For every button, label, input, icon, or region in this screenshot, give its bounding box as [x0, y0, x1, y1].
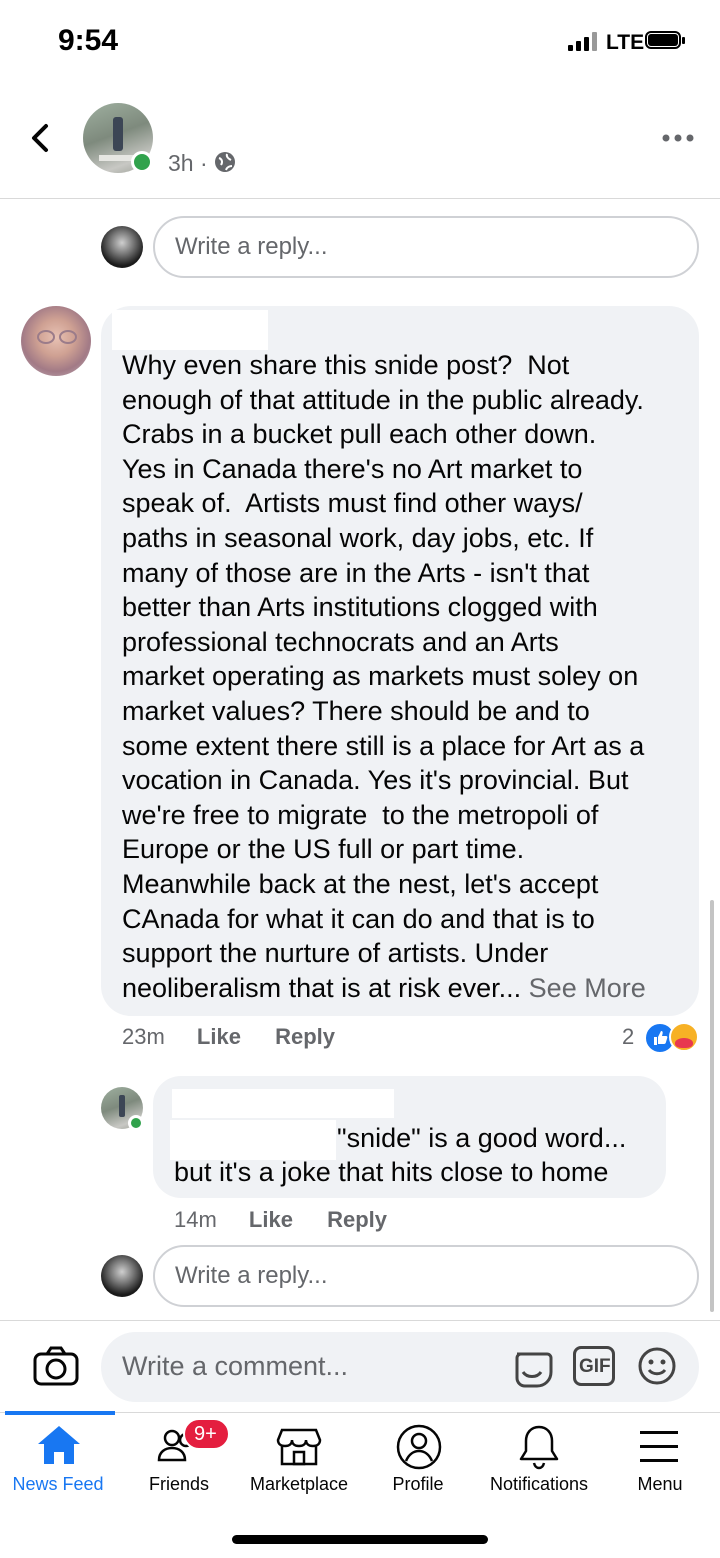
my-avatar-bottom [101, 1255, 143, 1297]
header-divider [0, 198, 720, 199]
comment-text: Why even share this snide post? Not enou… [122, 348, 692, 1005]
tab-profile-label: Profile [392, 1474, 444, 1494]
reply-input-bottom[interactable]: Write a reply... [153, 1245, 699, 1307]
emoji-button[interactable] [637, 1346, 677, 1386]
separator: · [199, 150, 208, 176]
tab-menu-label: Menu [637, 1474, 683, 1494]
reply-time: 14m [174, 1207, 217, 1232]
camera-button[interactable] [33, 1346, 79, 1386]
see-more-link[interactable]: See More [521, 973, 646, 1003]
replier-online-indicator [128, 1115, 144, 1131]
online-indicator [131, 151, 153, 173]
reply-input-placeholder: Write a reply... [175, 233, 328, 260]
reply-input-top[interactable]: Write a reply... [153, 216, 699, 278]
comment-time: 23m [122, 1024, 165, 1049]
friends-badge: 9+ [183, 1418, 230, 1450]
marketplace-icon [276, 1428, 322, 1466]
commenter-name-redacted [112, 310, 268, 350]
avatar-sticker-button[interactable] [511, 1346, 553, 1388]
care-reaction-icon [669, 1022, 699, 1052]
profile-icon [396, 1424, 442, 1470]
mention-redacted [170, 1120, 336, 1160]
network-label: LTE [606, 31, 645, 54]
reply-text-line2: but it's a joke that hits close to home [174, 1157, 609, 1187]
chevron-left-icon [32, 124, 48, 152]
emoji-icon [638, 1347, 676, 1385]
gif-label: GIF [579, 1356, 611, 1377]
bell-icon [519, 1425, 559, 1470]
post-meta: 3h · [168, 150, 208, 177]
comment-actions: 23m Like Reply [122, 1024, 352, 1050]
menu-icon [640, 1431, 678, 1462]
reaction-count[interactable]: 2 [622, 1024, 634, 1050]
friends-badge-count: 9+ [194, 1423, 217, 1445]
commenter-avatar[interactable] [21, 306, 91, 376]
more-dots-icon [662, 134, 694, 142]
globe-icon [214, 151, 236, 173]
gif-button[interactable]: GIF [573, 1346, 615, 1386]
like-button[interactable]: Like [197, 1024, 241, 1049]
sticker-icon [515, 1352, 553, 1388]
home-icon [38, 1426, 80, 1464]
reply-bubble[interactable]: "snide" is a good word... but it's a jok… [153, 1076, 666, 1198]
my-avatar [101, 226, 143, 268]
composer-placeholder: Write a comment... [122, 1351, 349, 1381]
comment-body: Why even share this snide post? Not enou… [122, 350, 645, 1003]
more-options-button[interactable] [660, 130, 696, 146]
comment-bubble[interactable]: Why even share this snide post? Not enou… [101, 306, 699, 1016]
composer-divider [0, 1320, 720, 1321]
reply-button[interactable]: Reply [275, 1024, 335, 1049]
reply-text-line1: "snide" is a good word... [337, 1123, 627, 1153]
tab-notifications-label: Notifications [489, 1474, 589, 1494]
replier-name-redacted [172, 1089, 394, 1118]
home-indicator [232, 1535, 488, 1544]
signal-icon [568, 31, 600, 51]
tab-news-feed-label: News Feed [12, 1474, 104, 1494]
reply-like-button[interactable]: Like [249, 1207, 293, 1232]
reply-actions: 14m Like Reply [174, 1207, 414, 1233]
back-button[interactable] [26, 118, 62, 158]
tab-friends-label: Friends [148, 1474, 210, 1494]
comment-composer[interactable]: Write a comment... GIF [101, 1332, 699, 1402]
reply-reply-button[interactable]: Reply [327, 1207, 387, 1232]
tab-marketplace-label: Marketplace [249, 1474, 349, 1494]
post-time: 3h [168, 150, 194, 176]
reply-input-placeholder-bottom: Write a reply... [175, 1262, 328, 1289]
camera-icon [33, 1346, 79, 1386]
battery-icon [645, 31, 685, 51]
status-time: 9:54 [58, 24, 119, 57]
scrollbar[interactable] [710, 900, 714, 1312]
